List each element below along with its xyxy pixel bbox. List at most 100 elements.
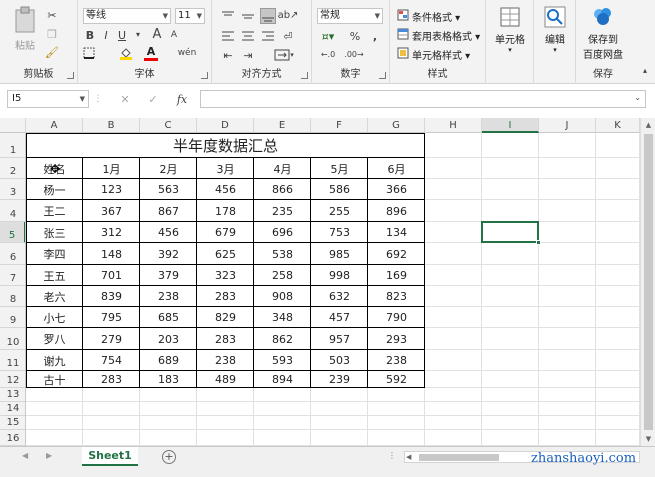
- data-cell[interactable]: 829: [197, 307, 254, 328]
- data-cell[interactable]: 258: [254, 265, 311, 286]
- data-cell[interactable]: 896: [368, 200, 425, 222]
- data-cell[interactable]: 367: [83, 200, 140, 222]
- data-cell[interactable]: 张三: [26, 222, 83, 243]
- alignment-launcher[interactable]: [301, 72, 308, 79]
- data-cell[interactable]: 985: [311, 243, 368, 265]
- data-cell[interactable]: 203: [140, 328, 197, 350]
- data-cell[interactable]: 862: [254, 328, 311, 350]
- align-middle-icon[interactable]: [240, 8, 256, 24]
- row-header-11[interactable]: 11: [0, 350, 25, 371]
- data-cell[interactable]: 235: [254, 200, 311, 222]
- data-cell[interactable]: 王二: [26, 200, 83, 222]
- save-to-baidu-button[interactable]: 保存到 百度网盘: [578, 6, 628, 61]
- row-header-15[interactable]: 15: [0, 416, 25, 430]
- font-color-icon[interactable]: A: [144, 45, 158, 61]
- data-cell[interactable]: 148: [83, 243, 140, 265]
- row-header-10[interactable]: 10: [0, 328, 25, 350]
- increase-decimal-icon[interactable]: ←.0: [318, 47, 338, 63]
- data-cell[interactable]: 255: [311, 200, 368, 222]
- data-cell[interactable]: 283: [197, 328, 254, 350]
- data-cell[interactable]: 685: [140, 307, 197, 328]
- data-cell[interactable]: 178: [197, 200, 254, 222]
- format-painter-icon[interactable]: 🖌: [44, 45, 60, 59]
- data-cell[interactable]: 753: [311, 222, 368, 243]
- column-header-a[interactable]: A: [26, 118, 83, 133]
- header-cell[interactable]: 2月: [140, 158, 197, 179]
- align-right-icon[interactable]: [260, 28, 276, 44]
- fill-color-icon[interactable]: [118, 45, 134, 61]
- column-header-g[interactable]: G: [368, 118, 425, 133]
- vertical-scrollbar[interactable]: ▲ ▼: [640, 118, 655, 446]
- data-cell[interactable]: 312: [83, 222, 140, 243]
- cell-style-button[interactable]: 单元格样式 ▾: [412, 47, 470, 62]
- increase-indent-icon[interactable]: ⇥: [240, 47, 256, 63]
- column-header-h[interactable]: H: [425, 118, 482, 133]
- data-cell[interactable]: 古十: [26, 371, 83, 388]
- row-header-16[interactable]: 16: [0, 430, 25, 446]
- data-cell[interactable]: 894: [254, 371, 311, 388]
- data-cell[interactable]: 625: [197, 243, 254, 265]
- row-header-9[interactable]: 9: [0, 307, 25, 328]
- number-launcher[interactable]: [379, 72, 386, 79]
- data-cell[interactable]: 866: [254, 179, 311, 200]
- data-cell[interactable]: 503: [311, 350, 368, 371]
- data-cell[interactable]: 998: [311, 265, 368, 286]
- data-cell[interactable]: 867: [140, 200, 197, 222]
- data-cell[interactable]: 701: [83, 265, 140, 286]
- scroll-up-icon[interactable]: ▲: [641, 118, 655, 132]
- row-header-6[interactable]: 6: [0, 243, 25, 265]
- vertical-scroll-thumb[interactable]: [644, 134, 653, 430]
- column-header-d[interactable]: D: [197, 118, 254, 133]
- data-cell[interactable]: 293: [368, 328, 425, 350]
- comma-button[interactable]: ,: [368, 28, 382, 44]
- data-cell[interactable]: 692: [368, 243, 425, 265]
- conditional-format-button[interactable]: 条件格式 ▾: [412, 9, 460, 24]
- data-cell[interactable]: 169: [368, 265, 425, 286]
- percent-button[interactable]: %: [348, 28, 362, 44]
- data-cell[interactable]: 379: [140, 265, 197, 286]
- data-cell[interactable]: 489: [197, 371, 254, 388]
- confirm-icon[interactable]: ✓: [146, 93, 160, 105]
- data-cell[interactable]: 632: [311, 286, 368, 307]
- horizontal-scroll-thumb[interactable]: [419, 454, 499, 461]
- align-top-icon[interactable]: [220, 8, 236, 24]
- editing-button[interactable]: 编辑 ▾: [536, 6, 574, 54]
- header-cell[interactable]: 姓名: [26, 158, 83, 179]
- data-cell[interactable]: 538: [254, 243, 311, 265]
- data-cell[interactable]: 238: [140, 286, 197, 307]
- data-cell[interactable]: 小七: [26, 307, 83, 328]
- data-cell[interactable]: 238: [368, 350, 425, 371]
- data-cell[interactable]: 592: [368, 371, 425, 388]
- column-header-b[interactable]: B: [83, 118, 140, 133]
- data-cell[interactable]: 457: [311, 307, 368, 328]
- row-header-3[interactable]: 3: [0, 179, 25, 200]
- data-cell[interactable]: 456: [140, 222, 197, 243]
- name-box[interactable]: I5 ▼: [7, 90, 89, 108]
- data-cell[interactable]: 679: [197, 222, 254, 243]
- data-cell[interactable]: 392: [140, 243, 197, 265]
- data-cell[interactable]: 李四: [26, 243, 83, 265]
- cut-icon[interactable]: ✂: [44, 8, 60, 22]
- next-sheet-icon[interactable]: ▶: [46, 451, 52, 460]
- table-format-button[interactable]: 套用表格格式 ▾: [412, 28, 480, 43]
- column-header-c[interactable]: C: [140, 118, 197, 133]
- header-cell[interactable]: 1月: [83, 158, 140, 179]
- data-cell[interactable]: 杨一: [26, 179, 83, 200]
- data-cell[interactable]: 839: [83, 286, 140, 307]
- align-left-icon[interactable]: [220, 28, 236, 44]
- decrease-decimal-icon[interactable]: .00→: [344, 47, 364, 63]
- chevron-down-icon[interactable]: ⌄: [634, 93, 641, 102]
- data-cell[interactable]: 754: [83, 350, 140, 371]
- data-cell[interactable]: 593: [254, 350, 311, 371]
- data-cell[interactable]: 283: [83, 371, 140, 388]
- data-cell[interactable]: 795: [83, 307, 140, 328]
- phonetic-button[interactable]: wén: [176, 46, 198, 60]
- cancel-icon[interactable]: ✕: [118, 93, 132, 105]
- number-format-select[interactable]: 常规 ▼: [317, 8, 383, 24]
- data-cell[interactable]: 790: [368, 307, 425, 328]
- decrease-indent-icon[interactable]: ⇤: [220, 47, 236, 63]
- data-cell[interactable]: 罗八: [26, 328, 83, 350]
- collapse-ribbon-icon[interactable]: ▴: [640, 66, 650, 76]
- align-center-icon[interactable]: [240, 28, 256, 44]
- underline-button[interactable]: U: [116, 28, 128, 42]
